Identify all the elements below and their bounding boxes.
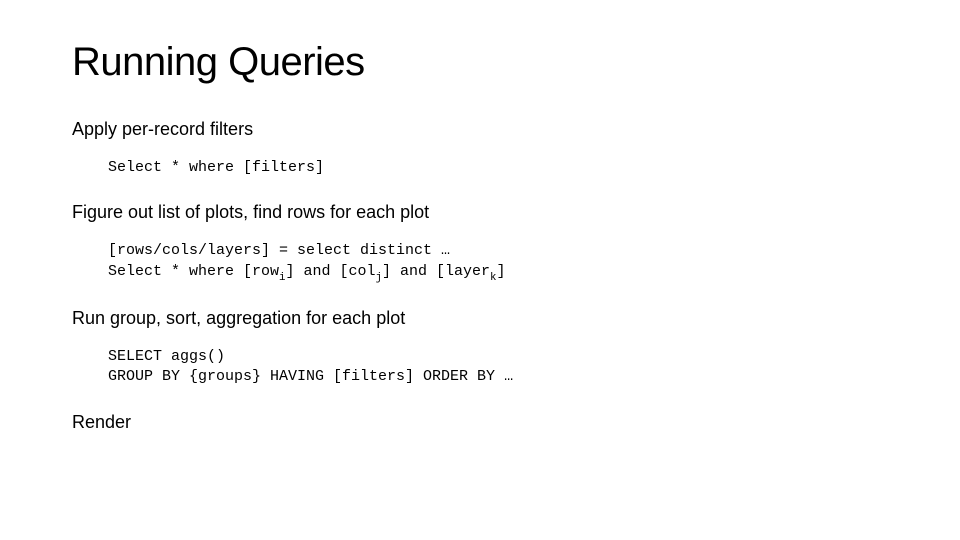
subscript-j: j xyxy=(376,272,382,284)
code-plots-line2-a: Select * where [row xyxy=(108,263,279,280)
code-aggregation: SELECT aggs() GROUP BY {groups} HAVING [… xyxy=(108,347,888,388)
step-render: Render xyxy=(72,412,888,433)
subscript-k: k xyxy=(490,272,496,284)
code-plots-line2-b: ] and [col xyxy=(286,263,376,280)
step-plots: Figure out list of plots, find rows for … xyxy=(72,202,888,223)
code-filters: Select * where [filters] xyxy=(108,158,888,178)
step-filters: Apply per-record filters xyxy=(72,119,888,140)
code-plots-line2-d: ] xyxy=(497,263,506,280)
code-agg-line2: GROUP BY {groups} HAVING [filters] ORDER… xyxy=(108,368,513,385)
code-plots-line2-c: ] and [layer xyxy=(382,263,490,280)
step-aggregation: Run group, sort, aggregation for each pl… xyxy=(72,308,888,329)
code-agg-line1: SELECT aggs() xyxy=(108,348,225,365)
subscript-i: i xyxy=(279,272,285,284)
code-plots: [rows/cols/layers] = select distinct … S… xyxy=(108,241,888,284)
slide-title: Running Queries xyxy=(72,40,888,85)
code-plots-line1: [rows/cols/layers] = select distinct … xyxy=(108,242,450,259)
